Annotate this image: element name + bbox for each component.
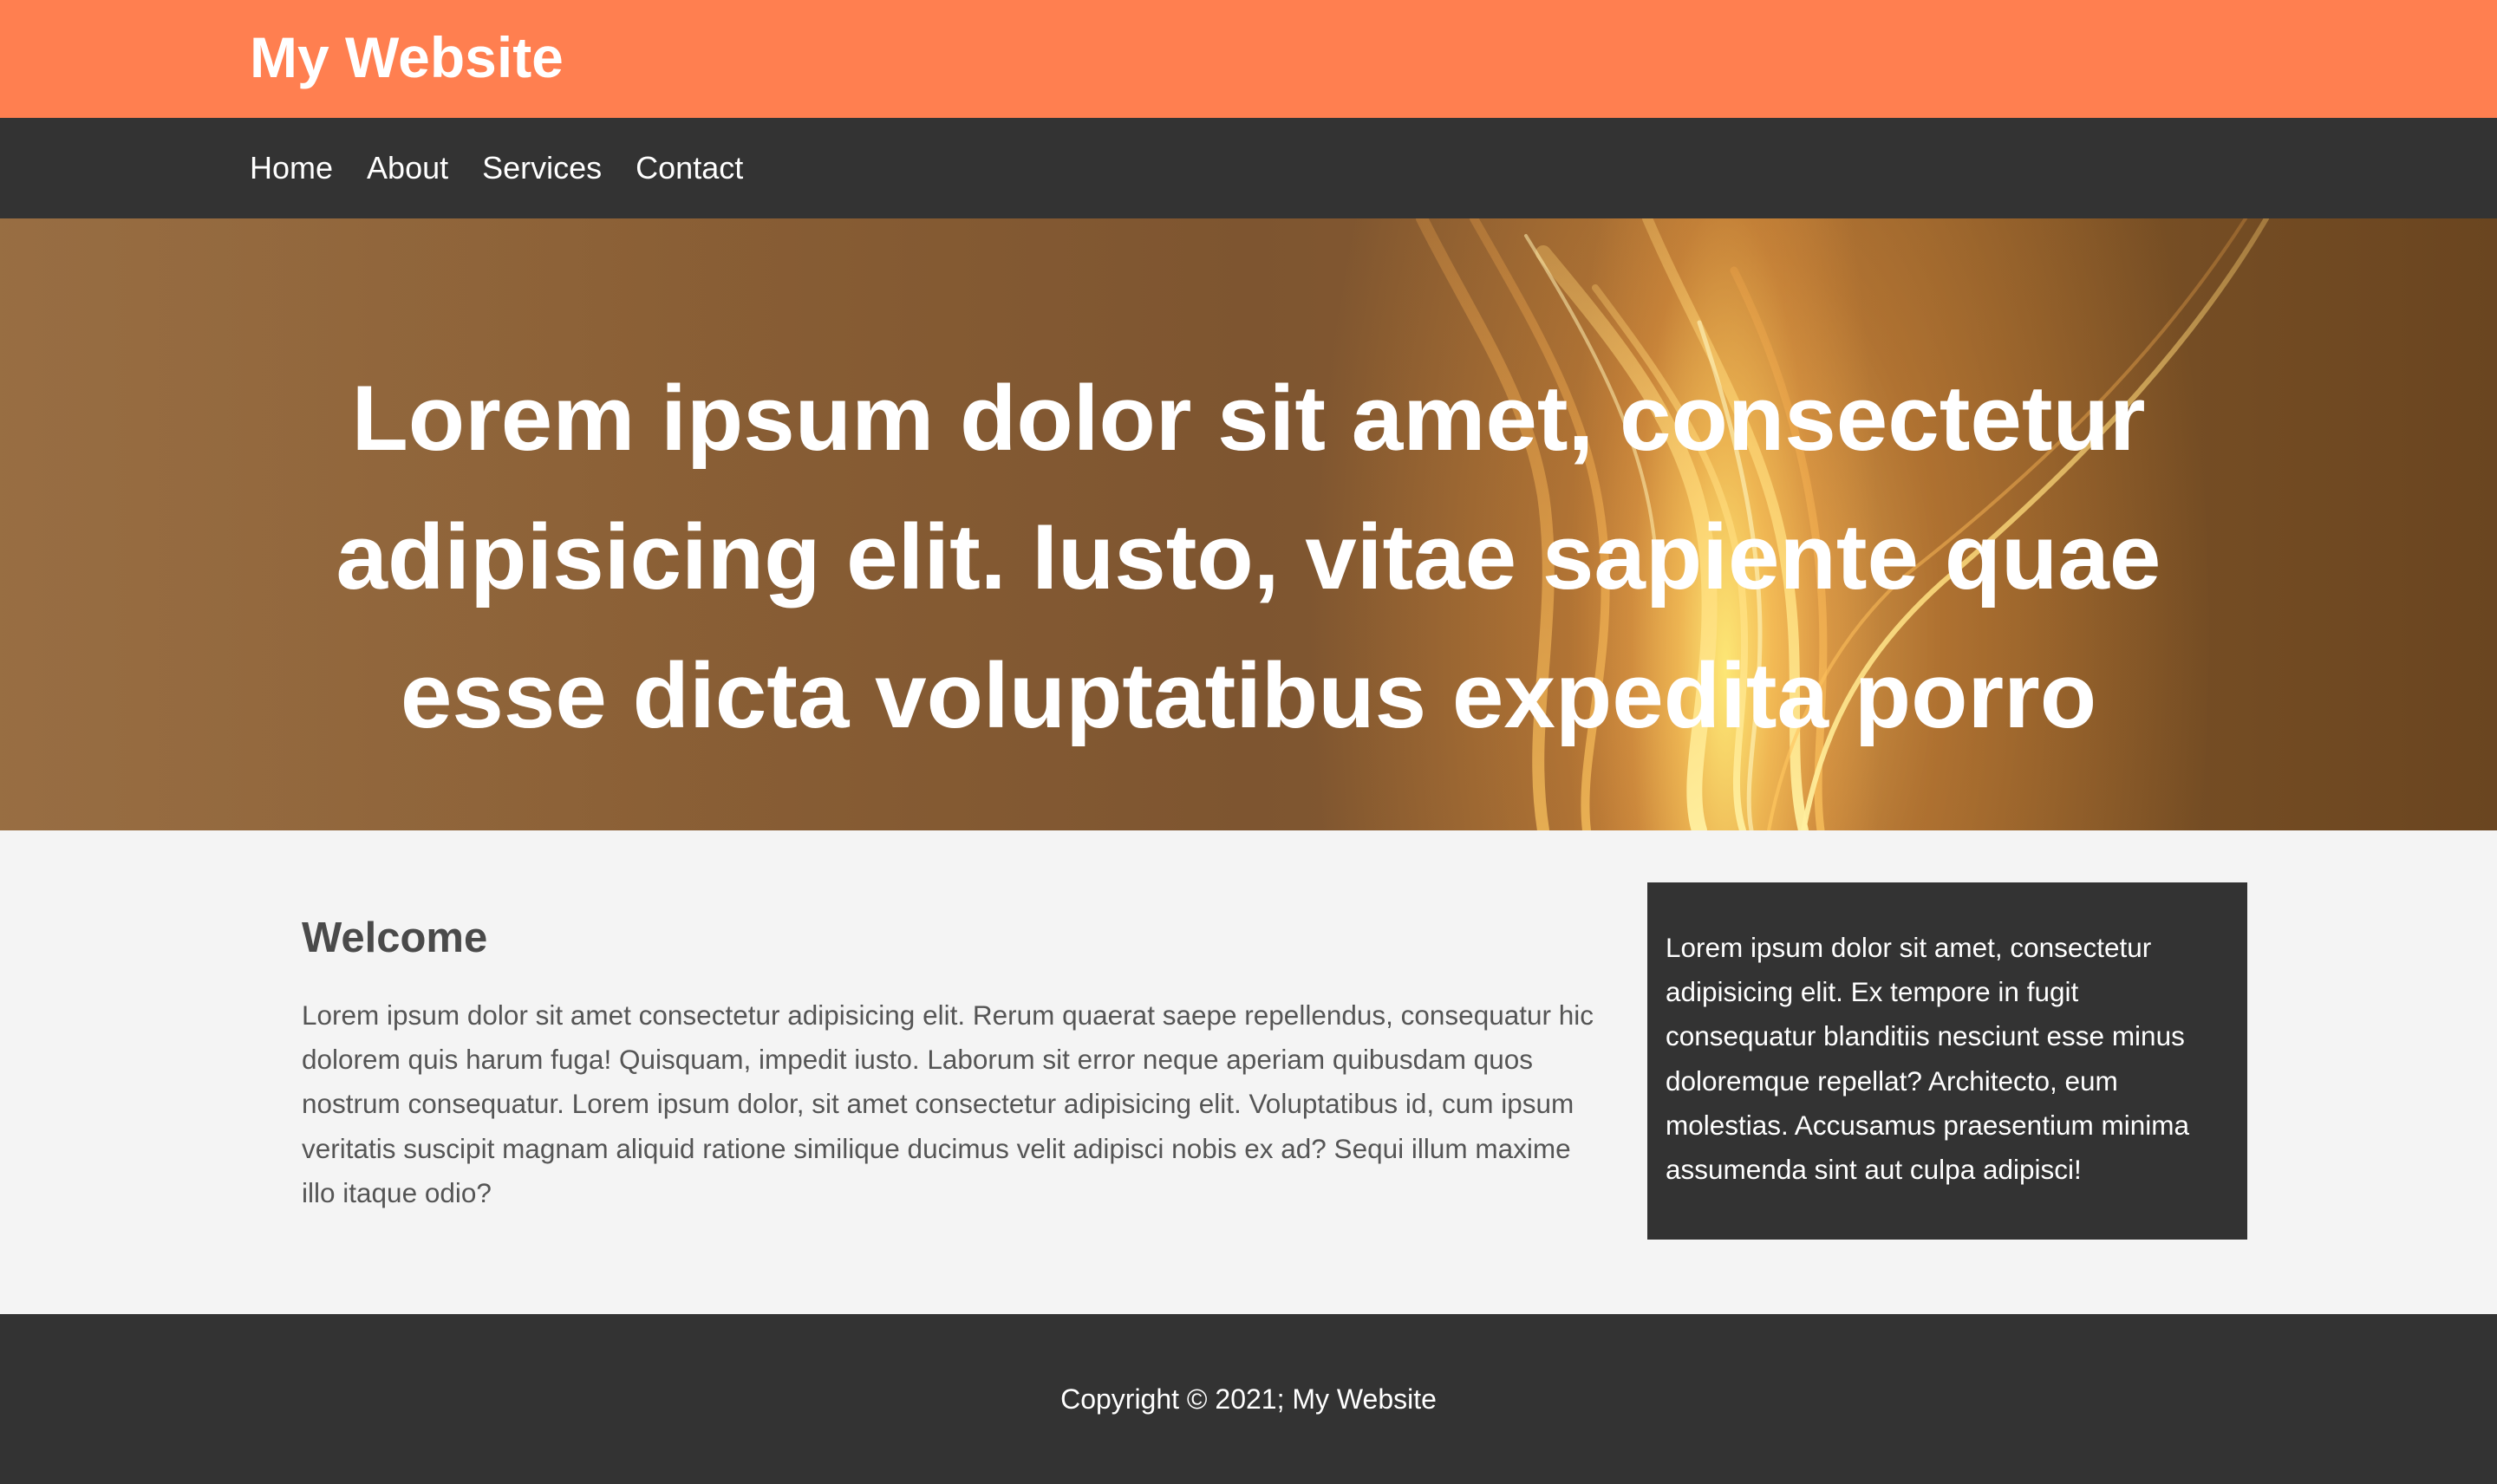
nav-list: Home About Services Contact — [250, 118, 777, 218]
hero-showcase: Lorem ipsum dolor sit amet, consectetur … — [0, 218, 2497, 830]
site-title[interactable]: My Website — [250, 19, 564, 95]
copyright-text: Copyright © 2021; My Website — [1060, 1383, 1437, 1415]
nav-link-about[interactable]: About — [367, 149, 448, 187]
sidebar: Lorem ipsum dolor sit amet, consectetur … — [1647, 882, 2247, 1240]
welcome-paragraph: Lorem ipsum dolor sit amet consectetur a… — [302, 999, 1594, 1208]
welcome-heading: Welcome — [302, 914, 488, 961]
site-header: My Website — [0, 0, 2497, 118]
hero-heading: Lorem ipsum dolor sit amet, consectetur … — [336, 366, 2161, 747]
main-nav: Home About Services Contact — [0, 118, 2497, 218]
nav-link-contact[interactable]: Contact — [636, 149, 743, 187]
site-footer: Copyright © 2021; My Website — [0, 1314, 2497, 1484]
sidebar-text: Lorem ipsum dolor sit amet, consectetur … — [1666, 932, 2189, 1186]
nav-link-services[interactable]: Services — [482, 149, 602, 187]
nav-link-home[interactable]: Home — [250, 149, 333, 187]
